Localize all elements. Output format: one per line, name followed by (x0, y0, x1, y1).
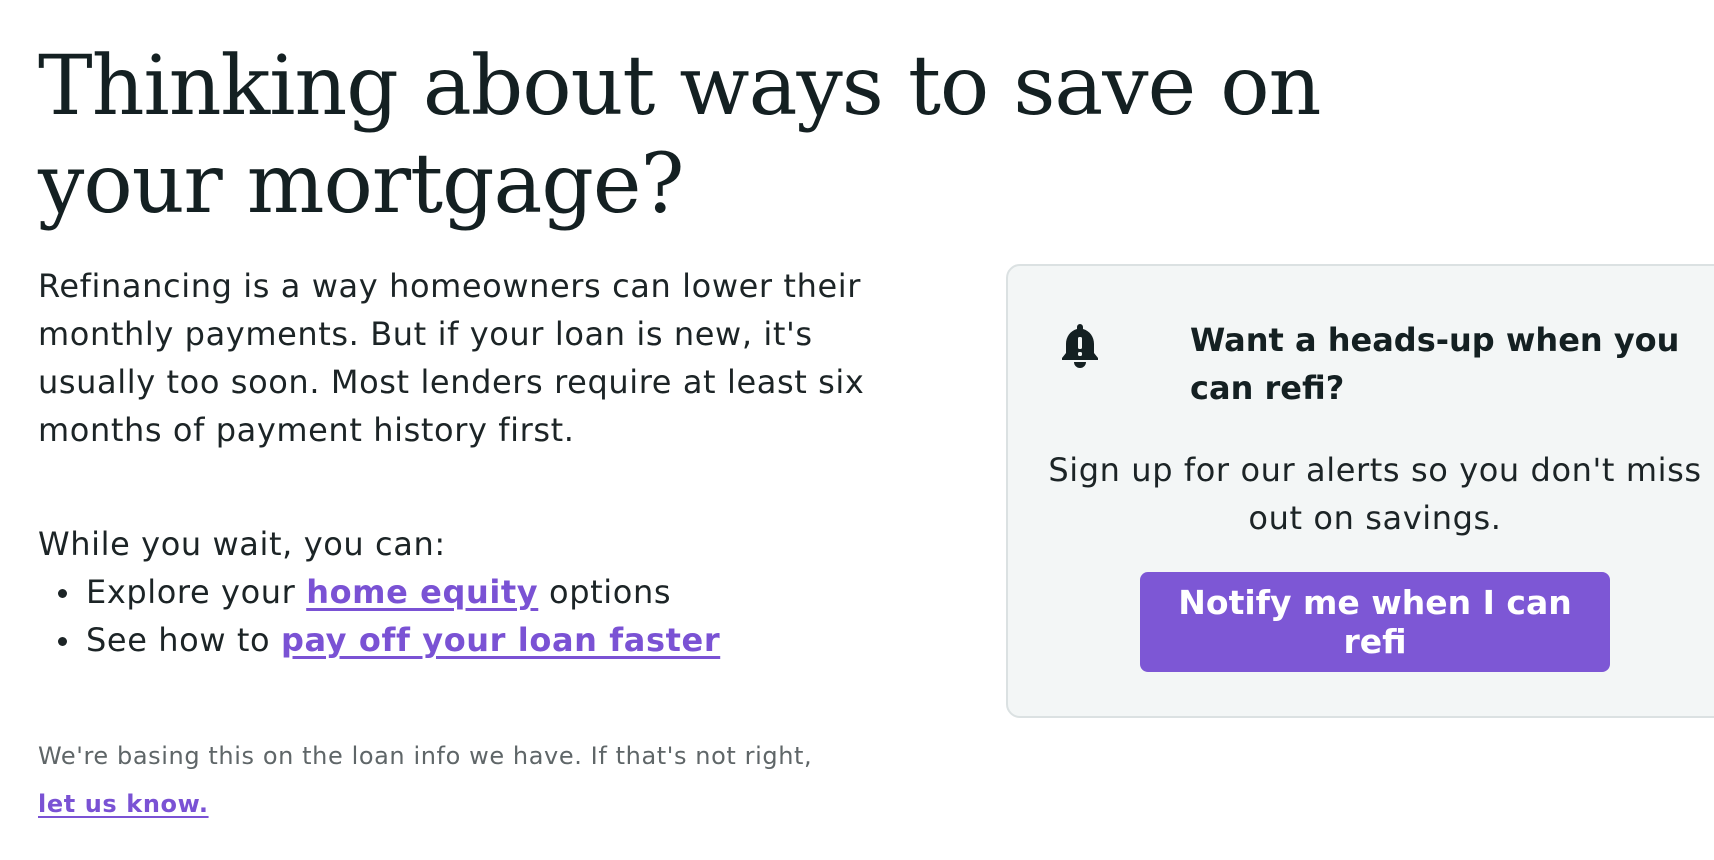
card-title: Want a heads-up when you can refi? (1190, 321, 1680, 407)
list-item: Explore your home equity options (38, 568, 938, 616)
card-header: Want a heads-up when you can refi? (1060, 316, 1700, 416)
bullet-icon (58, 637, 67, 646)
bullet-icon (58, 589, 67, 598)
tip-suffix: options (538, 573, 672, 611)
tip-prefix: Explore your (86, 573, 307, 611)
bell-icon (1060, 322, 1100, 368)
let-us-know-link[interactable]: let us know. (38, 790, 209, 818)
card-body: Sign up for our alerts so you don't miss… (1048, 451, 1702, 537)
page-title: Thinking about ways to save on your mort… (38, 39, 1321, 232)
content-column: Refinancing is a way homeowners can lowe… (38, 262, 938, 828)
refi-alert-card: Want a heads-up when you can refi? Sign … (1006, 264, 1714, 718)
notify-button[interactable]: Notify me when I can refi (1140, 572, 1610, 672)
footnote: We're basing this on the loan info we ha… (38, 732, 938, 828)
pay-off-loan-faster-link[interactable]: pay off your loan faster (281, 621, 720, 659)
home-equity-link[interactable]: home equity (306, 573, 538, 611)
list-item: See how to pay off your loan faster (38, 616, 938, 664)
footnote-text: We're basing this on the loan info we ha… (38, 742, 813, 770)
intro-paragraph: Refinancing is a way homeowners can lowe… (38, 267, 865, 449)
tip-prefix: See how to (86, 621, 281, 659)
wait-label: While you wait, you can: (38, 525, 446, 563)
tips-list: Explore your home equity options See how… (38, 568, 938, 664)
